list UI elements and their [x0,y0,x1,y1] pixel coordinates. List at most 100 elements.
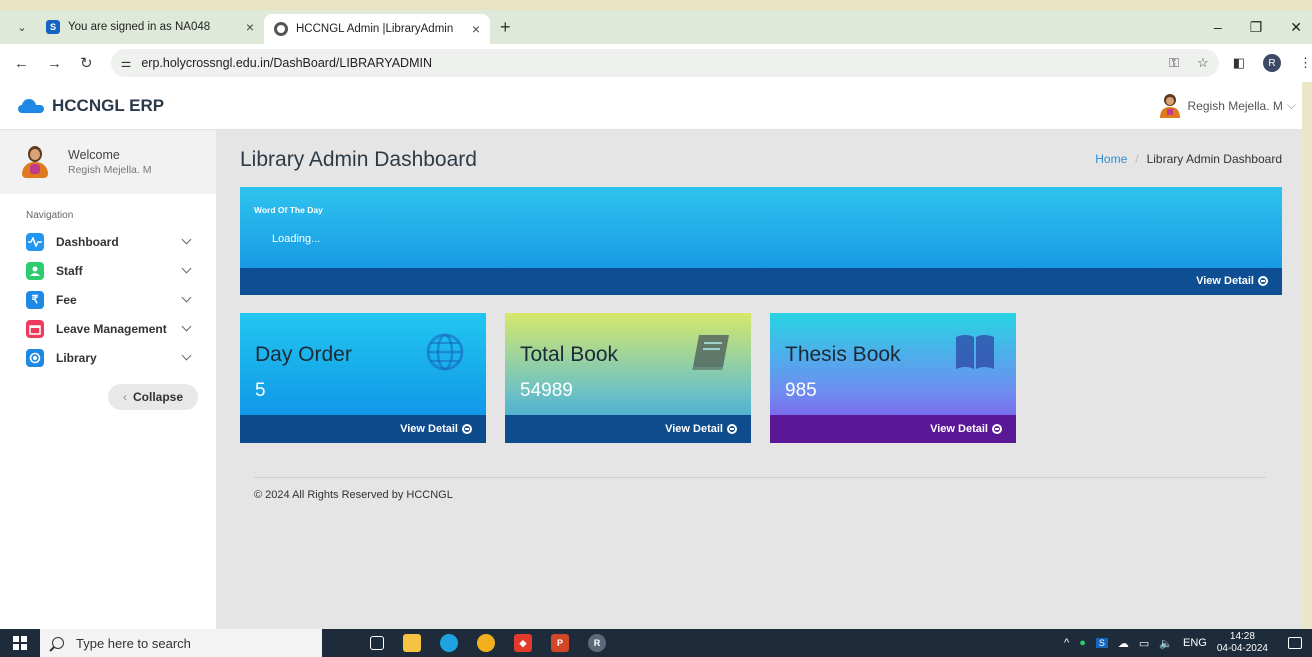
network-app-icon[interactable]: ● [1079,637,1086,649]
copyright-footer: © 2024 All Rights Reserved by HCCNGL [254,489,453,501]
tab-close-icon[interactable]: × [246,19,254,35]
bookmark-star-icon[interactable]: ☆ [1197,55,1209,71]
brand-logo[interactable]: HCCNGL ERP [18,96,164,116]
chevron-left-icon: ‹ [122,390,127,404]
side-panel-icon[interactable]: ◧ [1233,55,1245,71]
staff-icon [26,261,44,280]
sidebar-item-staff[interactable]: Staff [0,256,216,285]
welcome-panel: Welcome Regish Mejella. M [0,130,216,194]
collapse-label: Collapse [132,390,183,404]
restore-icon[interactable]: ❐ [1250,19,1263,36]
welcome-user: Regish Mejella. M [68,164,152,176]
view-detail-label: View Detail [1196,275,1254,287]
sidebar: Welcome Regish Mejella. M Navigation Das… [0,130,216,629]
word-of-the-day-text: Loading... [272,233,321,245]
view-detail-link[interactable]: View Detail [930,423,1002,435]
sidebar-item-label: Fee [56,292,77,307]
sidebar-item-leave-management[interactable]: Leave Management [0,314,216,343]
rupee-icon: ₹ [26,290,44,309]
new-tab-button[interactable]: + [500,17,511,38]
clock-date: 04-04-2024 [1216,643,1268,654]
page-edge [1302,82,1312,629]
panel-footer: View Detail [240,268,1282,295]
speaker-icon[interactable]: 🔈 [1159,637,1173,650]
collapse-button[interactable]: ‹ Collapse [108,384,198,410]
calendar-icon [26,319,44,338]
password-key-icon[interactable]: ⚿ [1169,55,1179,71]
app-s-icon[interactable]: S [1095,638,1108,648]
close-window-icon[interactable]: ✕ [1290,19,1302,36]
search-placeholder: Type here to search [76,635,191,651]
chevron-down-icon [181,263,192,274]
site-info-icon[interactable]: ⚌ [121,56,132,70]
library-icon [26,348,44,367]
globe-icon [426,333,464,371]
breadcrumb: Home / Library Admin Dashboard [1095,152,1282,166]
chrome-icon[interactable] [477,634,495,652]
tab-search-button[interactable]: ⌄ [8,15,36,39]
circle-arrow-icon [727,424,737,434]
powerpoint-icon[interactable]: P [551,634,569,652]
chevron-down-icon [181,350,192,361]
book-icon [692,335,729,370]
card-value: 985 [785,380,817,401]
taskbar-search-input[interactable]: Type here to search [40,629,322,657]
breadcrumb-separator: / [1135,152,1139,166]
site-favicon-icon: S [46,20,60,34]
display-icon[interactable]: ▭ [1139,637,1149,650]
tab-title: You are signed in as NA048 [68,21,211,33]
tab-title: HCCNGL Admin |LibraryAdmin [296,23,454,35]
card-title: Thesis Book [785,343,901,366]
profile-avatar[interactable]: R [1263,54,1281,72]
menu-kebab-icon[interactable]: ⋮ [1299,55,1312,71]
chevron-down-icon [181,321,192,332]
chevron-up-icon[interactable]: ^ [1064,637,1069,649]
breadcrumb-current: Library Admin Dashboard [1146,152,1282,166]
url-input[interactable]: ⚌ erp.holycrossngl.edu.in/DashBoard/LIBR… [110,49,1219,77]
back-icon[interactable]: ← [14,55,29,72]
language-indicator[interactable]: ENG [1183,637,1207,649]
browser-tab[interactable]: S You are signed in as NA048 × [36,12,264,42]
view-detail-link[interactable]: View Detail [1196,275,1268,287]
search-icon [52,637,64,649]
edge-browser-icon[interactable] [440,634,458,652]
breadcrumb-home-link[interactable]: Home [1095,152,1127,166]
view-detail-link[interactable]: View Detail [400,423,472,435]
page-title: Library Admin Dashboard [240,148,477,171]
word-of-the-day-label: Word Of The Day [254,205,323,215]
windows-logo-icon [13,636,27,650]
reload-icon[interactable]: ↻ [80,54,93,72]
minimize-icon[interactable]: – [1214,19,1222,35]
user-menu[interactable]: Regish Mejella. M ⌵ [1158,93,1302,119]
chrome-profile-icon[interactable]: R [588,634,606,652]
view-detail-link[interactable]: View Detail [665,423,737,435]
sidebar-item-library[interactable]: Library [0,343,216,372]
sidebar-item-fee[interactable]: ₹ Fee [0,285,216,314]
task-view-icon[interactable] [370,636,384,650]
onedrive-icon[interactable]: ☁ [1118,637,1129,650]
clock[interactable]: 14:28 04-04-2024 [1217,631,1268,655]
card-footer: View Detail [505,415,751,443]
anydesk-icon[interactable]: ◆ [514,634,532,652]
browser-tab-bar: ⌄ S You are signed in as NA048 × HCCNGL … [0,10,1312,44]
sidebar-item-dashboard[interactable]: Dashboard [0,227,216,256]
start-button[interactable] [0,629,40,657]
total-book-card: Total Book 54989 View Detail [505,313,751,443]
navigation-heading: Navigation [26,210,74,221]
card-title: Total Book [520,343,619,366]
file-explorer-icon[interactable] [403,634,421,652]
word-of-the-day-panel: Word Of The Day Loading... View Detail [240,187,1282,295]
forward-icon[interactable]: → [47,55,62,72]
card-title: Day Order [255,343,352,366]
system-tray: ^ ● S ☁ ▭ 🔈 ENG 14:28 04-04-2024 [1064,631,1312,655]
chevron-down-icon [181,292,192,303]
browser-tab-active[interactable]: HCCNGL Admin |LibraryAdmin × [264,14,490,44]
view-detail-label: View Detail [400,423,458,435]
taskbar-apps: ◆ P R [370,634,606,652]
tab-close-icon[interactable]: × [472,21,480,37]
open-book-icon [956,335,994,369]
chevron-down-icon [181,234,192,245]
notification-icon[interactable] [1288,637,1302,649]
view-detail-label: View Detail [930,423,988,435]
windows-taskbar: Type here to search ◆ P R ^ ● S ☁ ▭ 🔈 EN… [0,629,1312,657]
